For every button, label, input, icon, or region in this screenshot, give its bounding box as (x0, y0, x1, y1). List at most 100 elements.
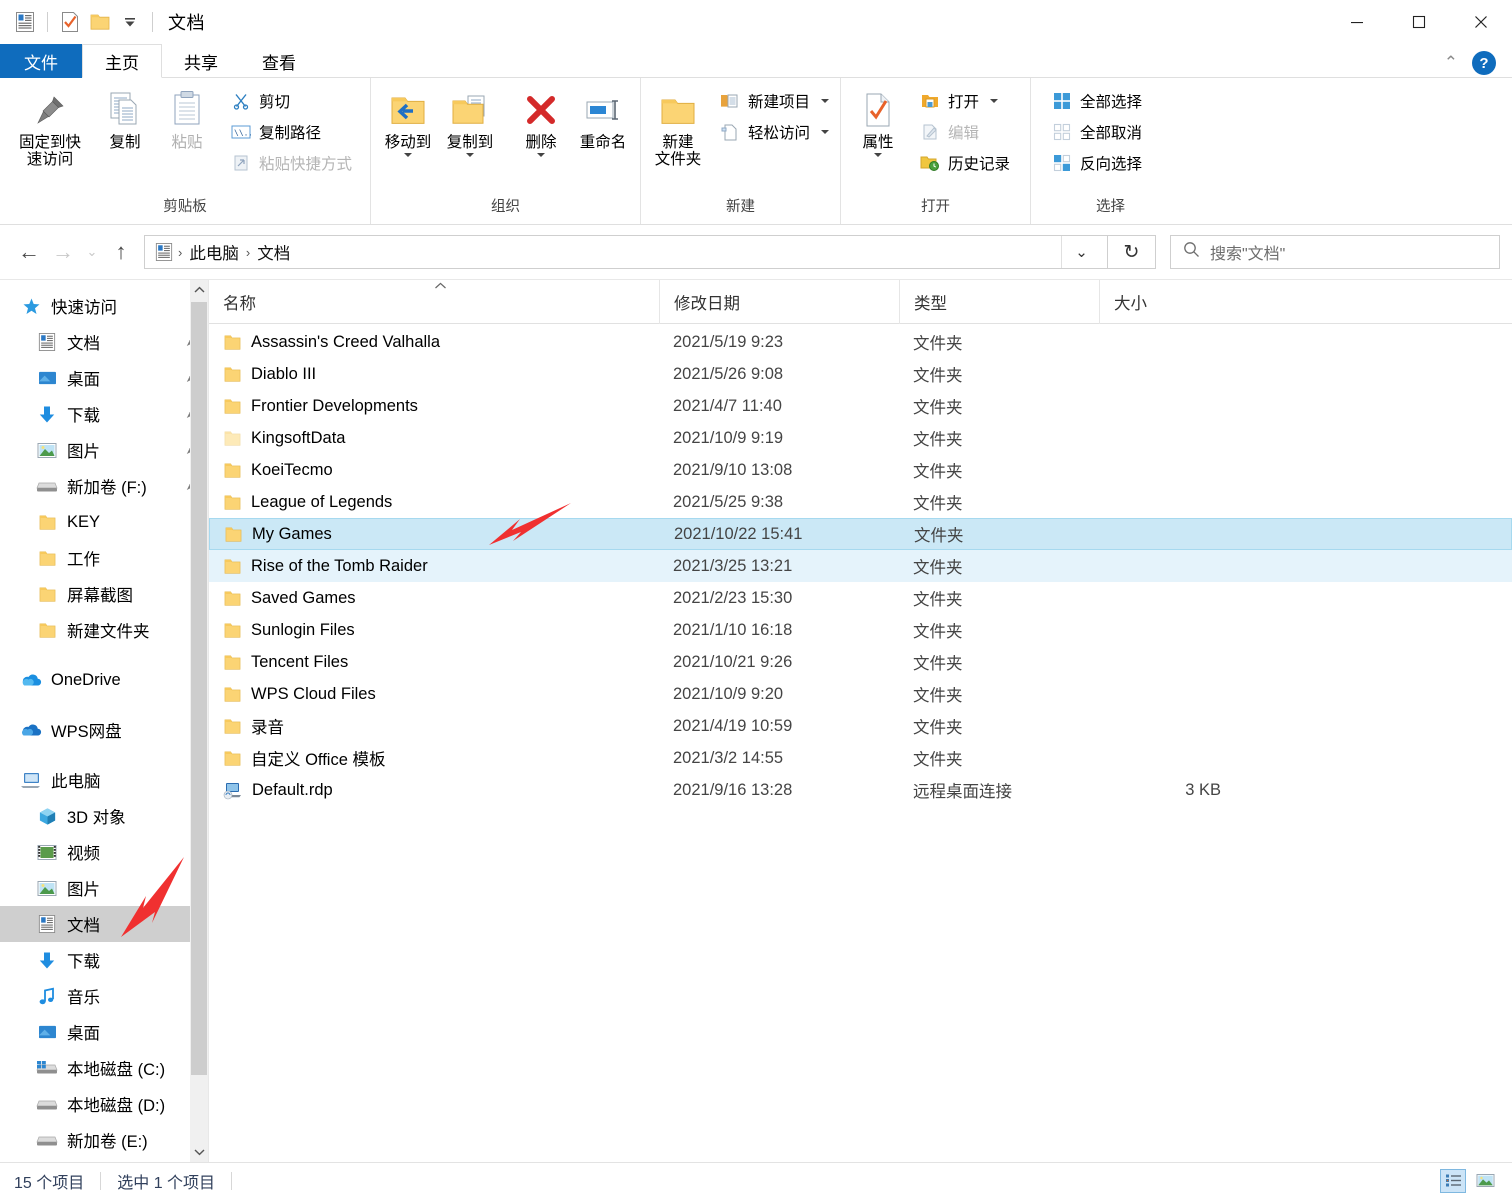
copy-path-button[interactable]: \\... 复制路径 (224, 118, 358, 146)
sidebar-item-local-disk-c[interactable]: 本地磁盘 (C:) (0, 1050, 208, 1086)
table-row[interactable]: WPS Cloud Files 2021/10/9 9:20 文件夹 (209, 678, 1512, 710)
search-box[interactable]: 搜索"文档" (1170, 235, 1500, 269)
sidebar-item-quick-access[interactable]: 快速访问 (0, 288, 208, 324)
sidebar-item-downloads-qa[interactable]: 下载 (0, 396, 208, 432)
sidebar-item-desktop[interactable]: 桌面 (0, 1014, 208, 1050)
column-header-type[interactable]: 类型 (899, 279, 1099, 324)
breadcrumb-sep-1[interactable]: › (243, 245, 253, 260)
table-row[interactable]: Default.rdp 2021/9/16 13:28 远程桌面连接 3 KB (209, 774, 1512, 806)
rename-button[interactable]: 重命名 (572, 84, 634, 155)
recent-locations-button[interactable]: ⌄ (80, 235, 104, 269)
invert-selection-button[interactable]: 反向选择 (1045, 149, 1148, 177)
qat-customize-button[interactable] (115, 7, 145, 37)
help-icon[interactable]: ? (1472, 51, 1496, 75)
sidebar-item-local-disk-d[interactable]: 本地磁盘 (D:) (0, 1086, 208, 1122)
table-row[interactable]: Frontier Developments 2021/4/7 11:40 文件夹 (209, 390, 1512, 422)
scroll-up-icon[interactable] (190, 280, 208, 300)
refresh-button[interactable]: ↻ (1108, 235, 1156, 269)
new-item-caret-icon[interactable] (821, 99, 830, 103)
table-row[interactable]: Tencent Files 2021/10/21 9:26 文件夹 (209, 646, 1512, 678)
sidebar-item-onedrive[interactable]: OneDrive (0, 662, 208, 698)
pin-to-quick-access-button[interactable]: 固定到快 速访问 (6, 84, 94, 173)
sidebar-item-desktop-qa[interactable]: 桌面 (0, 360, 208, 396)
table-row[interactable]: Sunlogin Files 2021/1/10 16:18 文件夹 (209, 614, 1512, 646)
table-row[interactable]: KoeiTecmo 2021/9/10 13:08 文件夹 (209, 454, 1512, 486)
address-dropdown-button[interactable]: ⌄ (1061, 236, 1101, 268)
table-row[interactable]: 录音 2021/4/19 10:59 文件夹 (209, 710, 1512, 742)
sidebar-item-work[interactable]: 工作 (0, 540, 208, 576)
sidebar-item-screenshots[interactable]: 屏幕截图 (0, 576, 208, 612)
paste-button[interactable]: 粘贴 (156, 84, 218, 155)
sidebar-item-volume-e[interactable]: 新加卷 (E:) (0, 1122, 208, 1158)
breadcrumb-item-documents[interactable]: 文档 (253, 240, 294, 264)
move-to-caret-icon[interactable] (404, 153, 412, 158)
new-folder-icon[interactable] (85, 7, 115, 37)
new-folder-button[interactable]: 新建 文件夹 (647, 84, 709, 173)
history-button[interactable]: 历史记录 (913, 149, 1016, 177)
sidebar-item-new-folder[interactable]: 新建文件夹 (0, 612, 208, 648)
column-header-date[interactable]: 修改日期 (659, 279, 899, 324)
copy-button[interactable]: 复制 (94, 84, 156, 155)
tab-view[interactable]: 查看 (240, 44, 318, 78)
large-icons-view-button[interactable] (1472, 1169, 1498, 1193)
tab-share[interactable]: 共享 (162, 44, 240, 78)
sidebar-item-pictures-qa[interactable]: 图片 (0, 432, 208, 468)
properties-check-icon[interactable] (55, 7, 85, 37)
table-row[interactable]: League of Legends 2021/5/25 9:38 文件夹 (209, 486, 1512, 518)
table-row[interactable]: KingsoftData 2021/10/9 9:19 文件夹 (209, 422, 1512, 454)
select-none-button[interactable]: 全部取消 (1045, 118, 1148, 146)
close-button[interactable] (1450, 0, 1512, 44)
sidebar-item-wps-cloud[interactable]: WPS网盘 (0, 712, 208, 748)
table-row[interactable]: 自定义 Office 模板 2021/3/2 14:55 文件夹 (209, 742, 1512, 774)
up-button[interactable]: ↑ (104, 235, 138, 269)
move-to-button[interactable]: 移动到 (377, 84, 439, 161)
table-row[interactable]: Assassin's Creed Valhalla 2021/5/19 9:23 文… (209, 326, 1512, 358)
cut-button[interactable]: 剪切 (224, 87, 358, 115)
paste-shortcut-button[interactable]: 粘贴快捷方式 (224, 149, 358, 177)
sidebar-item-downloads[interactable]: 下载 (0, 942, 208, 978)
table-row[interactable]: Saved Games 2021/2/23 15:30 文件夹 (209, 582, 1512, 614)
breadcrumb-item-this-pc[interactable]: 此电脑 (185, 240, 243, 264)
sidebar-item-videos[interactable]: 视频 (0, 834, 208, 870)
open-caret-icon[interactable] (990, 99, 999, 103)
table-row[interactable]: Diablo III 2021/5/26 9:08 文件夹 (209, 358, 1512, 390)
column-header-size[interactable]: 大小 (1099, 279, 1239, 324)
maximize-button[interactable] (1388, 0, 1450, 44)
sidebar-item-documents-qa[interactable]: 文档 (0, 324, 208, 360)
table-row[interactable]: My Games 2021/10/22 15:41 文件夹 (209, 518, 1512, 550)
sidebar-item-volume-f[interactable]: 新加卷 (F:) (0, 468, 208, 504)
sidebar-item-this-pc[interactable]: 此电脑 (0, 762, 208, 798)
sidebar-item-music[interactable]: 音乐 (0, 978, 208, 1014)
search-input[interactable]: 搜索"文档" (1210, 240, 1285, 264)
delete-button[interactable]: 删除 (510, 84, 572, 161)
tab-file[interactable]: 文件 (0, 44, 82, 78)
documents-folder-icon[interactable] (10, 7, 40, 37)
sidebar-item-pictures[interactable]: 图片 (0, 870, 208, 906)
edit-button[interactable]: 编辑 (913, 118, 1016, 146)
details-view-button[interactable] (1440, 1168, 1466, 1193)
back-button[interactable]: ← (12, 235, 46, 269)
column-header-name[interactable]: 名称 (209, 280, 659, 324)
scroll-down-icon[interactable] (190, 1142, 208, 1162)
tab-home[interactable]: 主页 (82, 44, 162, 78)
easy-access-caret-icon[interactable] (821, 130, 830, 134)
copy-to-caret-icon[interactable] (466, 153, 474, 158)
select-all-button[interactable]: 全部选择 (1045, 87, 1148, 115)
properties-caret-icon[interactable] (874, 153, 882, 158)
navigation-scrollbar[interactable] (190, 280, 208, 1162)
sidebar-item-key[interactable]: KEY (0, 504, 208, 540)
sidebar-item-3d-objects[interactable]: 3D 对象 (0, 798, 208, 834)
address-path-box[interactable]: › 此电脑 › 文档 ⌄ (144, 235, 1108, 269)
sidebar-item-documents[interactable]: 文档 (0, 906, 208, 942)
breadcrumb-sep-0[interactable]: › (175, 245, 185, 260)
open-button[interactable]: 打开 (913, 87, 1016, 115)
minimize-button[interactable] (1326, 0, 1388, 44)
copy-to-button[interactable]: 复制到 (439, 84, 501, 161)
table-row[interactable]: Rise of the Tomb Raider 2021/3/25 13:21 文件… (209, 550, 1512, 582)
easy-access-button[interactable]: 轻松访问 (713, 118, 835, 146)
forward-button[interactable]: → (46, 235, 80, 269)
delete-caret-icon[interactable] (537, 153, 545, 158)
new-item-button[interactable]: 新建项目 (713, 87, 835, 115)
collapse-ribbon-icon[interactable]: ⌃ (1444, 53, 1458, 73)
properties-button[interactable]: 属性 (847, 84, 909, 161)
